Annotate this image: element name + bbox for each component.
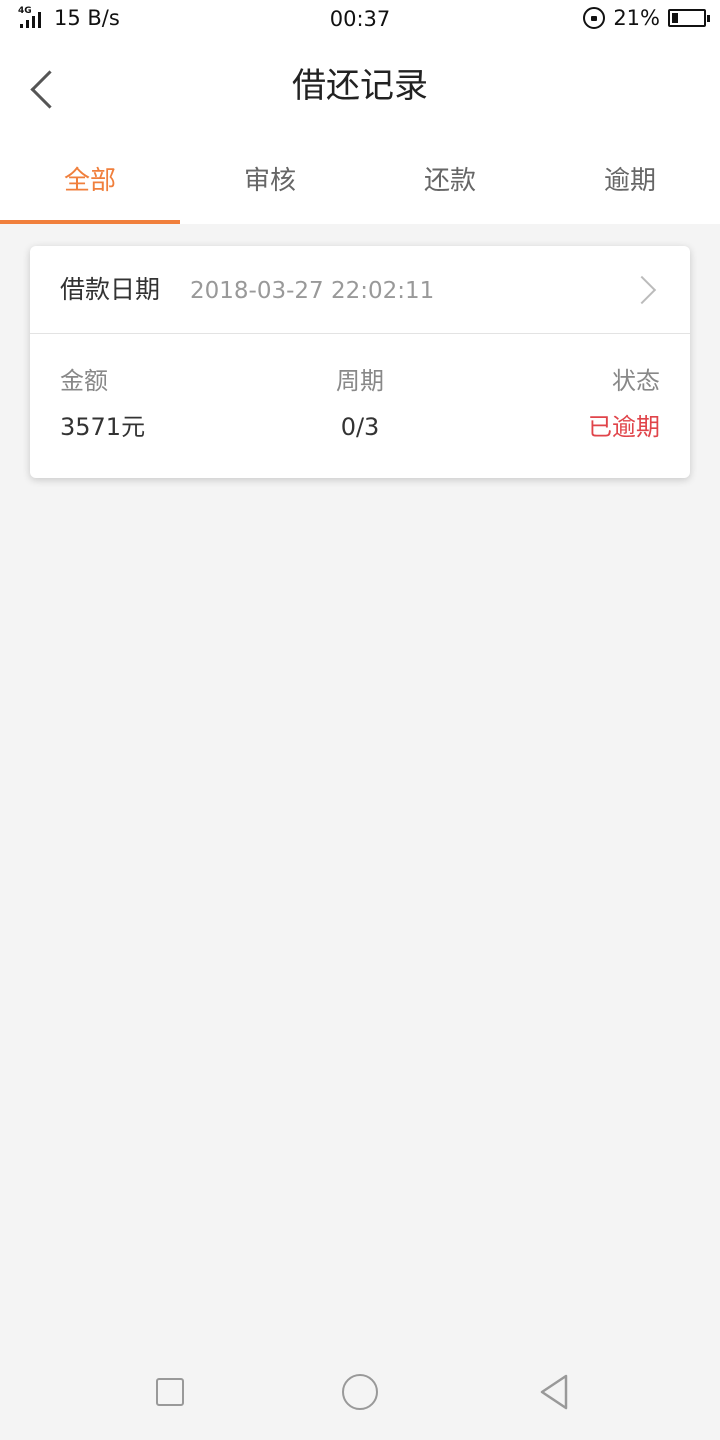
back-icon[interactable] [536, 1372, 576, 1412]
battery-icon [668, 9, 710, 27]
status-column: 状态 已逾期 [460, 364, 660, 444]
system-nav-bar [0, 1344, 720, 1440]
chevron-right-icon[interactable] [632, 276, 656, 300]
loan-record-card[interactable]: 借款日期 2018-03-27 22:02:11 金额 3571元 周期 0/3… [30, 246, 690, 478]
home-icon[interactable] [342, 1374, 378, 1410]
loan-date-value: 2018-03-27 22:02:11 [190, 278, 435, 304]
period-label: 周期 [336, 367, 384, 395]
app-header: 借还记录 [0, 38, 720, 138]
amount-label: 金额 [60, 367, 108, 395]
period-column: 周期 0/3 [260, 364, 460, 444]
amount-value: 3571元 [60, 413, 146, 441]
status-value: 已逾期 [588, 413, 660, 441]
tab-review[interactable]: 审核 [180, 138, 360, 224]
tab-bar: 全部 审核 还款 逾期 [0, 138, 720, 224]
card-header[interactable]: 借款日期 2018-03-27 22:02:11 [30, 246, 690, 334]
tab-repayment[interactable]: 还款 [360, 138, 540, 224]
loan-date-label: 借款日期 [60, 275, 161, 304]
rotation-lock-icon [583, 7, 606, 29]
recent-apps-icon[interactable] [156, 1378, 184, 1406]
tab-overdue[interactable]: 逾期 [540, 138, 720, 224]
status-label: 状态 [612, 367, 660, 395]
tab-all[interactable]: 全部 [0, 138, 180, 224]
period-value: 0/3 [340, 413, 380, 441]
battery-percent: 21% [613, 6, 660, 30]
status-bar: 4G 15 B/s 00:37 21% [0, 0, 720, 38]
page-title: 借还记录 [292, 66, 428, 106]
amount-column: 金额 3571元 [60, 364, 260, 444]
status-right: 21% [583, 6, 710, 30]
